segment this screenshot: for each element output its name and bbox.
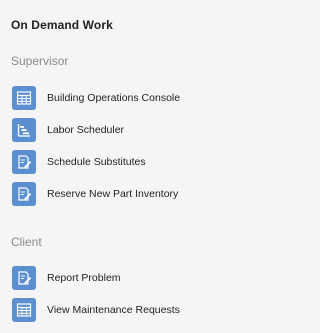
menu-item-label: Building Operations Console xyxy=(47,92,181,104)
edit-form-icon xyxy=(12,266,36,290)
menu-item-report-problem[interactable]: Report Problem xyxy=(12,266,247,290)
table-grid-icon xyxy=(12,86,36,110)
menu-item-label: Report Problem xyxy=(47,272,121,284)
on-demand-work-panel: On Demand Work Supervisor Building Opera… xyxy=(0,0,257,333)
menu-item-schedule-substitutes[interactable]: Schedule Substitutes xyxy=(12,150,247,174)
panel-title: On Demand Work xyxy=(11,18,113,32)
table-grid-icon xyxy=(12,298,36,322)
menu-item-building-operations-console[interactable]: Building Operations Console xyxy=(12,86,247,110)
menu-item-label: View Maintenance Requests xyxy=(47,304,180,316)
menu-item-view-maintenance-requests[interactable]: View Maintenance Requests xyxy=(12,298,247,322)
menu-item-labor-scheduler[interactable]: Labor Scheduler xyxy=(12,118,247,142)
menu-item-label: Schedule Substitutes xyxy=(47,156,146,168)
section-label-client: Client xyxy=(11,235,42,249)
menu-item-label: Labor Scheduler xyxy=(47,124,125,136)
edit-form-icon xyxy=(12,182,36,206)
edit-form-icon xyxy=(12,150,36,174)
gantt-chart-icon xyxy=(12,118,36,142)
section-label-supervisor: Supervisor xyxy=(11,54,69,68)
menu-item-reserve-new-part-inventory[interactable]: Reserve New Part Inventory xyxy=(12,182,247,206)
menu-item-label: Reserve New Part Inventory xyxy=(47,188,179,200)
